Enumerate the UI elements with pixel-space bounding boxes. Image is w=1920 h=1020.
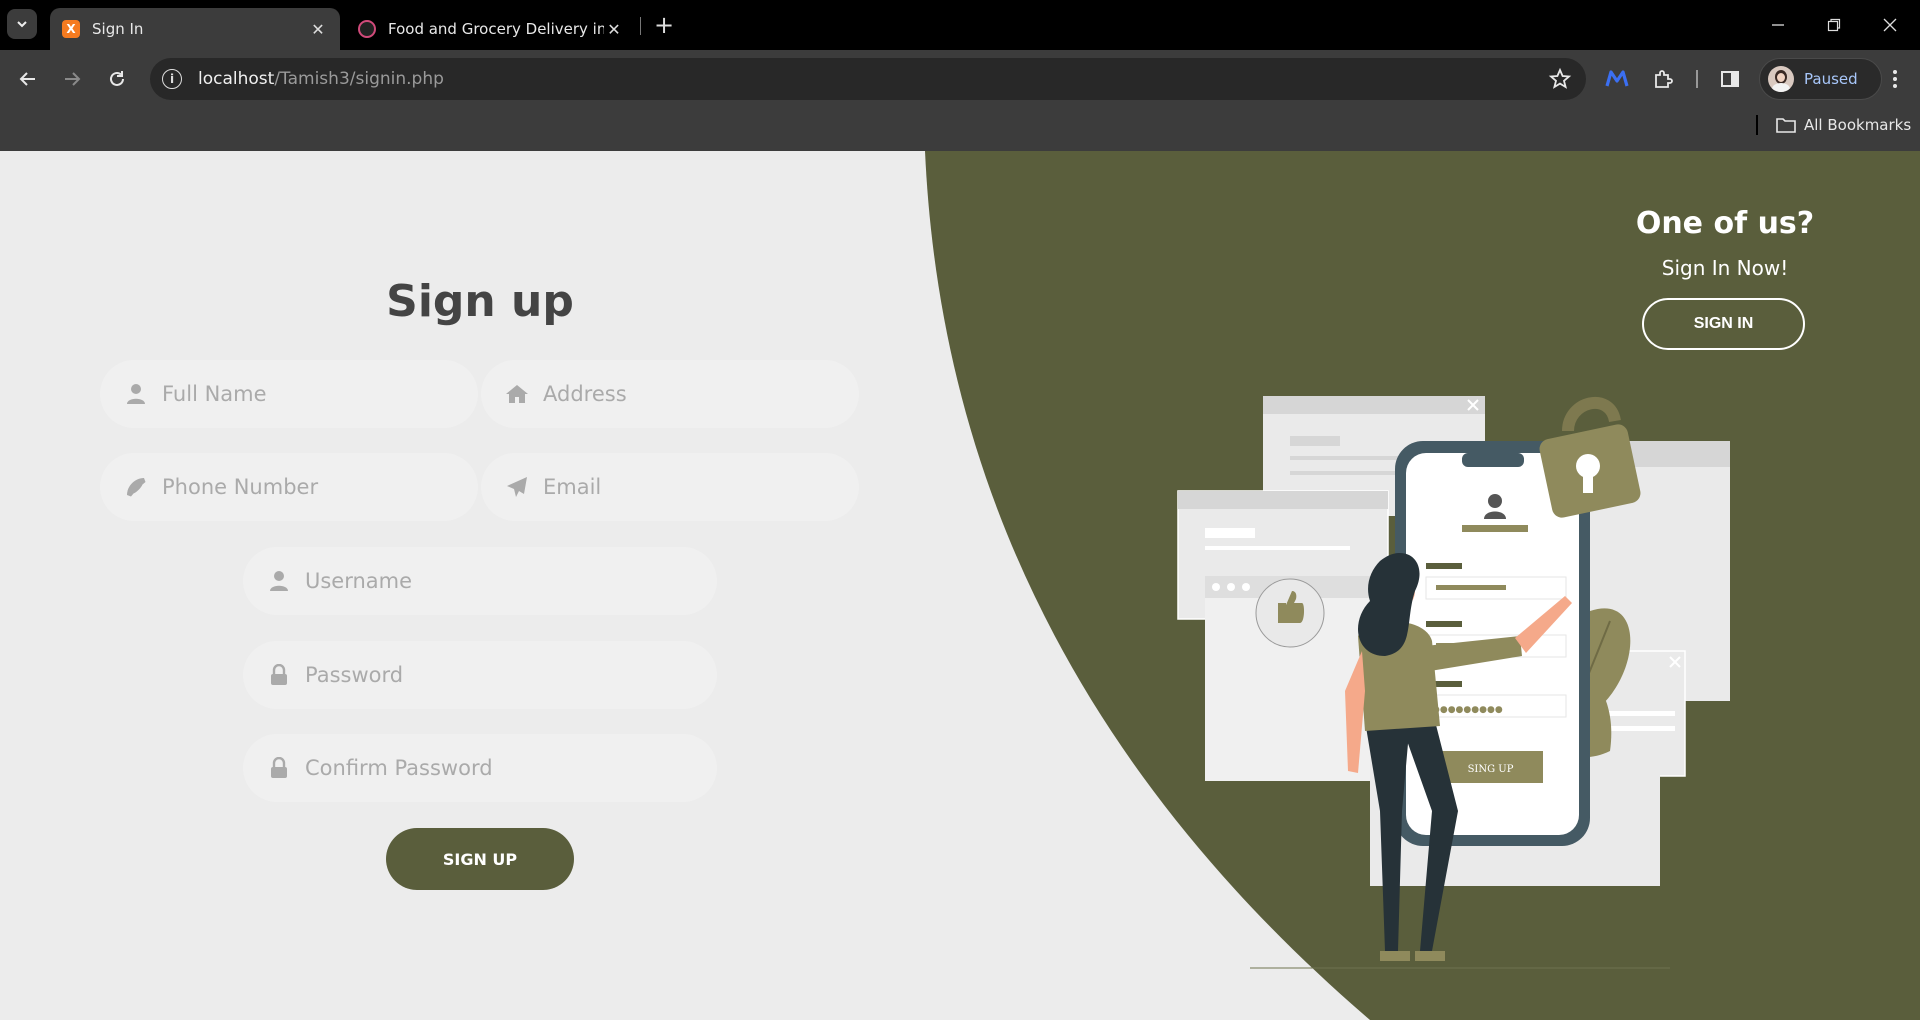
- new-tab-button[interactable]: +: [652, 11, 676, 39]
- side-panel-icon[interactable]: [1715, 64, 1745, 94]
- tab-sign-in[interactable]: X Sign In ✕: [50, 8, 340, 50]
- bookmarks-bar: [0, 107, 1920, 151]
- confirm-password-field[interactable]: [243, 734, 717, 802]
- lock-icon: [267, 756, 291, 780]
- restore-icon: [1827, 18, 1841, 32]
- restore-button[interactable]: [1806, 0, 1862, 50]
- profile-button[interactable]: Paused: [1759, 58, 1882, 100]
- tab-food-delivery[interactable]: Food and Grocery Delivery in D ✕: [346, 8, 636, 50]
- reload-button[interactable]: [102, 64, 132, 94]
- send-icon: [505, 475, 529, 499]
- extension-m-icon[interactable]: [1602, 64, 1632, 94]
- all-bookmarks-label: All Bookmarks: [1804, 116, 1912, 134]
- signin-button[interactable]: SIGN IN: [1642, 298, 1805, 350]
- url-path: /Tamish3/signin.php: [274, 69, 444, 89]
- username-input[interactable]: [305, 569, 585, 593]
- address-bar[interactable]: i localhost/Tamish3/signin.php: [150, 58, 1586, 100]
- phone-input[interactable]: [162, 475, 442, 499]
- password-field[interactable]: [243, 641, 717, 709]
- reload-icon: [110, 71, 124, 86]
- address-input[interactable]: [543, 382, 823, 406]
- tab-search-button[interactable]: [7, 9, 37, 39]
- confirm-password-input[interactable]: [305, 756, 585, 780]
- signup-illustration: ●●●●●●●●● SING UP: [1177, 396, 1730, 969]
- arrow-left-icon: [19, 72, 35, 86]
- tab-title: Sign In: [92, 20, 144, 38]
- close-icon: [1883, 18, 1897, 32]
- phone-field[interactable]: [100, 453, 478, 521]
- xampp-icon: X: [62, 20, 80, 38]
- full-name-field[interactable]: [100, 360, 478, 428]
- phone-icon: [124, 475, 148, 499]
- minimize-button[interactable]: [1750, 0, 1806, 50]
- url-host: localhost: [198, 69, 275, 89]
- signin-panel-title: One of us?: [1635, 206, 1815, 241]
- chevron-down-icon: [17, 21, 27, 28]
- tab-separator: [640, 17, 641, 35]
- username-field[interactable]: [243, 547, 717, 615]
- toolbar-separator: [1696, 70, 1698, 88]
- signup-button[interactable]: SIGN UP: [386, 828, 574, 890]
- url-text: localhost/Tamish3/signin.php: [198, 69, 444, 89]
- all-bookmarks-button[interactable]: All Bookmarks: [1776, 114, 1911, 136]
- user-icon: [124, 382, 148, 406]
- email-field[interactable]: [481, 453, 859, 521]
- avatar: [1768, 66, 1794, 92]
- close-window-button[interactable]: [1862, 0, 1918, 50]
- lock-icon: [267, 663, 291, 687]
- browser-menu-button[interactable]: [1880, 64, 1910, 94]
- bookmark-star-icon[interactable]: [1548, 67, 1572, 91]
- page-content: Sign up Full Name Address Phone Number E…: [0, 151, 1920, 1020]
- home-icon: [505, 382, 529, 406]
- tab-strip: X Sign In ✕ Food and Grocery Delivery in…: [0, 0, 1920, 50]
- close-icon[interactable]: ✕: [604, 19, 624, 39]
- address-field[interactable]: [481, 360, 859, 428]
- illustration-button-text: SING UP: [1468, 764, 1514, 775]
- close-icon[interactable]: ✕: [308, 19, 328, 39]
- illustration-password-dots: ●●●●●●●●●: [1432, 705, 1503, 715]
- arrow-right-icon: [65, 72, 81, 86]
- tab-title: Food and Grocery Delivery in D: [388, 20, 604, 38]
- user-icon: [267, 569, 291, 593]
- profile-status: Paused: [1804, 70, 1858, 88]
- bookmarks-separator: [1756, 115, 1758, 135]
- extensions-puzzle-icon[interactable]: [1648, 64, 1678, 94]
- email-input[interactable]: [543, 475, 823, 499]
- forward-button[interactable]: [57, 64, 87, 94]
- more-vertical-icon: [1893, 70, 1897, 88]
- minimize-icon: [1772, 24, 1784, 26]
- password-input[interactable]: [305, 663, 585, 687]
- full-name-input[interactable]: [162, 382, 442, 406]
- signin-panel-subtitle: Sign In Now!: [1661, 256, 1789, 280]
- folder-icon: [1776, 118, 1796, 133]
- back-button[interactable]: [13, 64, 43, 94]
- info-icon[interactable]: i: [162, 69, 182, 89]
- swiggy-icon: [358, 20, 376, 38]
- signup-title: Sign up: [386, 276, 574, 327]
